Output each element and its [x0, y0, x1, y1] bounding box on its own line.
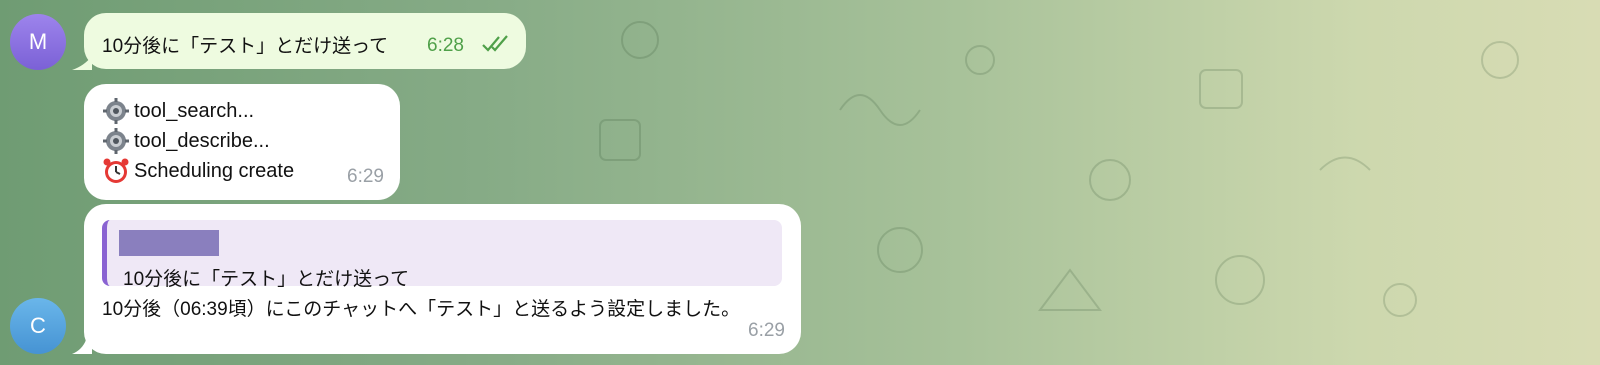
tool-status-line: tool_search... [102, 98, 254, 124]
message-time: 6:29 [347, 166, 384, 187]
gear-icon [102, 98, 134, 124]
quoted-text: 10分後に「テスト」とだけ送って [123, 269, 410, 290]
user-avatar[interactable]: M [10, 14, 66, 70]
bot-avatar[interactable]: C [10, 298, 66, 354]
tool-status-line: tool_describe... [102, 128, 270, 154]
message-time: 6:29 [748, 320, 785, 341]
message-time: 6:28 [427, 35, 464, 56]
tool-status-line: Scheduling create [102, 157, 294, 185]
alarm-clock-icon [102, 157, 134, 185]
quoted-message[interactable]: 10分後に「テスト」とだけ送って [102, 220, 782, 290]
quoted-sender-redacted [119, 230, 219, 256]
message-text: 10分後に「テスト」とだけ送って [102, 36, 389, 57]
gear-icon [102, 128, 134, 154]
reply-message-bubble[interactable]: 10分後に「テスト」とだけ送って 10分後（06:39頃）にこのチャットへ「テス… [84, 204, 801, 354]
double-check-icon [482, 35, 508, 52]
outgoing-message-bubble[interactable]: 10分後に「テスト」とだけ送って 6:28 [84, 13, 526, 69]
bubble-tail [72, 340, 92, 354]
tool-status-bubble[interactable]: tool_search... tool_describe... Scheduli… [84, 84, 400, 200]
message-text: 10分後（06:39頃）にこのチャットへ「テスト」と送るよう設定しました。 [102, 299, 741, 320]
